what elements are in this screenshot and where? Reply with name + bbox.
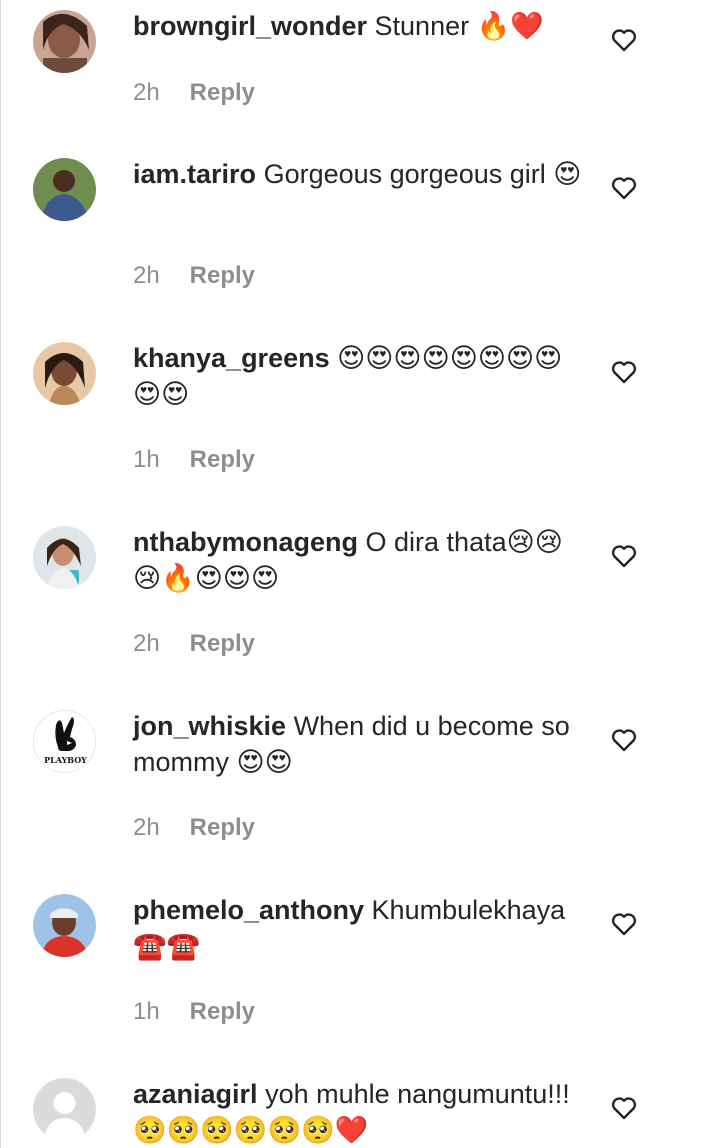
heart-outline-icon[interactable]	[611, 28, 637, 52]
comment-text: jon_whiskie When did u become so mommy 😍…	[133, 708, 588, 780]
comment-time: 2h	[133, 79, 160, 106]
comment-meta: 1h Reply	[133, 998, 255, 1026]
comment-time: 1h	[133, 446, 160, 473]
comment-username[interactable]: azaniagirl	[133, 1079, 258, 1109]
comment-meta: 2h Reply	[133, 814, 255, 842]
reply-button[interactable]: Reply	[190, 262, 255, 289]
comment-item: PLAYBOY jon_whiskie When did u become so…	[0, 700, 720, 884]
comment-username[interactable]: jon_whiskie	[133, 711, 286, 741]
comment-text: nthabymonageng O dira thata😢😢😢🔥😍😍😍	[133, 524, 588, 596]
comment-time: 2h	[133, 262, 160, 289]
comment-username[interactable]: nthabymonageng	[133, 527, 358, 557]
reply-button[interactable]: Reply	[190, 79, 255, 106]
heart-outline-icon[interactable]	[611, 1096, 637, 1120]
reply-button[interactable]: Reply	[190, 998, 255, 1025]
reply-button[interactable]: Reply	[190, 814, 255, 841]
comment-item: phemelo_anthony Khumbulekhaya ☎️☎️ 1h Re…	[0, 884, 720, 1068]
heart-outline-icon[interactable]	[611, 360, 637, 384]
comment-meta: 1h Reply	[133, 446, 255, 474]
playboy-wordmark: PLAYBOY	[44, 755, 87, 765]
comment-username[interactable]: khanya_greens	[133, 343, 330, 373]
playboy-bunny-logo[interactable]: PLAYBOY	[33, 710, 96, 773]
comment-message: Stunner 🔥❤️	[374, 11, 544, 41]
comment-text: phemelo_anthony Khumbulekhaya ☎️☎️	[133, 892, 588, 964]
comment-message: Gorgeous gorgeous girl 😍	[263, 159, 582, 189]
comment-item: nthabymonageng O dira thata😢😢😢🔥😍😍😍 2h Re…	[0, 516, 720, 700]
comment-meta: 2h Reply	[133, 79, 255, 107]
comment-meta: 2h Reply	[133, 630, 255, 658]
comment-username[interactable]: iam.tariro	[133, 159, 256, 189]
reply-button[interactable]: Reply	[190, 446, 255, 473]
comment-text: iam.tariro Gorgeous gorgeous girl 😍	[133, 156, 588, 192]
comment-text: khanya_greens 😍😍😍😍😍😍😍😍😍😍	[133, 340, 588, 412]
comment-time: 1h	[133, 998, 160, 1025]
avatar[interactable]	[33, 10, 96, 73]
avatar[interactable]	[33, 342, 96, 405]
comment-text: azaniagirl yoh muhle nangumuntu!!! 🥺🥺🥺🥺🥺…	[133, 1076, 588, 1148]
comment-time: 2h	[133, 630, 160, 657]
comment-text: browngirl_wonder Stunner 🔥❤️	[133, 8, 588, 44]
heart-outline-icon[interactable]	[611, 728, 637, 752]
avatar[interactable]	[33, 526, 96, 589]
comment-username[interactable]: browngirl_wonder	[133, 11, 367, 41]
comment-item: azaniagirl yoh muhle nangumuntu!!! 🥺🥺🥺🥺🥺…	[0, 1068, 720, 1148]
comment-item: khanya_greens 😍😍😍😍😍😍😍😍😍😍 1h Reply	[0, 332, 720, 516]
avatar[interactable]	[33, 158, 96, 221]
reply-button[interactable]: Reply	[190, 630, 255, 657]
heart-outline-icon[interactable]	[611, 912, 637, 936]
comment-item: iam.tariro Gorgeous gorgeous girl 😍 2h R…	[0, 148, 720, 332]
heart-outline-icon[interactable]	[611, 544, 637, 568]
default-avatar[interactable]	[33, 1078, 96, 1141]
comment-time: 2h	[133, 814, 160, 841]
comment-username[interactable]: phemelo_anthony	[133, 895, 364, 925]
heart-outline-icon[interactable]	[611, 176, 637, 200]
comment-meta: 2h Reply	[133, 262, 255, 290]
avatar[interactable]	[33, 894, 96, 957]
